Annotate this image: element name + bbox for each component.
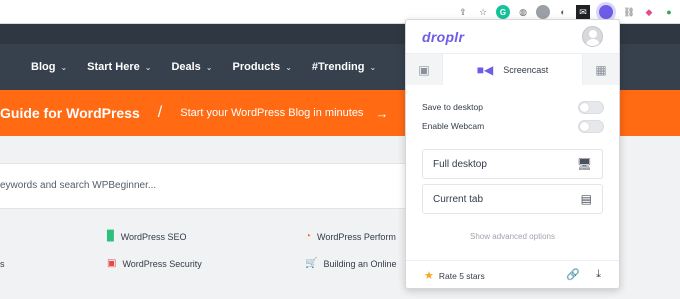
- monitor-icon: 🖥: [576, 157, 592, 171]
- extension-icon-2[interactable]: ◐: [556, 5, 570, 19]
- tab-screencast[interactable]: ■◀ Screencast: [442, 54, 583, 85]
- popup-header: droplr: [406, 20, 619, 53]
- nav-item-label: Products: [232, 61, 281, 73]
- toggle-label: Enable Webcam: [422, 121, 485, 131]
- link-icon[interactable]: 🔗: [566, 268, 580, 281]
- tab-screenshot[interactable]: ▣: [406, 54, 442, 85]
- capture-mode-tabs: ▣ ■◀ Screencast ▦: [406, 53, 619, 85]
- search-input[interactable]: eywords and search WPBeginner...: [0, 163, 410, 209]
- globe-extension-icon[interactable]: ◍: [516, 5, 530, 19]
- link-building-online-store[interactable]: 🛒 Building an Online: [305, 258, 397, 269]
- link-label: WordPress Security: [122, 258, 202, 269]
- grammarly-extension-icon[interactable]: G: [496, 5, 510, 19]
- rate-button[interactable]: ★ Rate 5 stars: [424, 269, 485, 282]
- banner-divider: /: [157, 104, 163, 121]
- arrow-right-icon[interactable]: →: [375, 106, 388, 121]
- nav-item-label: Deals: [171, 61, 201, 73]
- save-to-desktop-toggle[interactable]: [578, 100, 604, 114]
- grid-icon: ▦: [595, 62, 607, 77]
- banner-link[interactable]: Start your WordPress Blog in minutes: [180, 107, 363, 119]
- chevron-down-icon: ⌄: [285, 62, 292, 72]
- star-icon: ★: [424, 270, 434, 282]
- link-label: WordPress Perform: [317, 231, 396, 242]
- nav-item-label: Blog: [31, 61, 56, 73]
- video-camera-icon: ■◀: [476, 62, 494, 77]
- avatar[interactable]: [582, 26, 603, 47]
- link-wordpress-seo[interactable]: ▉ WordPress SEO: [107, 231, 187, 242]
- chevron-down-icon: ⌄: [144, 62, 152, 72]
- show-advanced-options-link[interactable]: Show advanced options: [406, 232, 619, 241]
- chevron-down-icon: ⌄: [369, 62, 377, 72]
- banner-title: Guide for WordPress: [0, 105, 140, 121]
- link-extension-icon[interactable]: ⛓: [622, 5, 636, 19]
- full-desktop-button[interactable]: Full desktop 🖥: [422, 149, 603, 179]
- lock-icon: ▣: [107, 258, 117, 269]
- nav-item-blog[interactable]: Blog ⌄: [31, 61, 67, 73]
- link-label: WordPress SEO: [120, 231, 187, 242]
- bar-chart-icon: ▉: [107, 231, 115, 242]
- link-label: Building an Online: [323, 258, 397, 269]
- nav-item-products[interactable]: Products ⌄: [233, 61, 292, 73]
- droplr-popup: droplr ▣ ■◀ Screencast ▦ Save to desktop…: [405, 19, 620, 289]
- list-item-fragment[interactable]: s: [0, 259, 5, 269]
- enable-webcam-toggle[interactable]: [578, 119, 604, 133]
- gauge-icon: ◔: [305, 231, 312, 242]
- save-to-desktop-row: Save to desktop: [422, 100, 604, 114]
- link-wordpress-security[interactable]: ▣ WordPress Security: [107, 258, 202, 269]
- colorful-extension-icon[interactable]: ◆: [642, 5, 656, 19]
- nav-item-trending[interactable]: #Trending ⌄: [312, 61, 376, 73]
- button-label: Full desktop: [433, 158, 487, 170]
- chevron-down-icon: ⌄: [60, 62, 68, 72]
- nav-item-label: Start Here: [87, 61, 140, 73]
- nav-item-label: #Trending: [311, 61, 365, 73]
- current-tab-button[interactable]: Current tab ▤: [422, 184, 603, 214]
- extension-icon-1[interactable]: [536, 5, 550, 19]
- button-label: Current tab: [433, 193, 484, 205]
- nav-item-deals[interactable]: Deals ⌄: [171, 61, 212, 73]
- rate-label: Rate 5 stars: [438, 270, 485, 281]
- extension-icon-3[interactable]: ✉: [576, 5, 590, 19]
- popup-footer: ★ Rate 5 stars 🔗 ⤓: [406, 260, 619, 289]
- tab-more[interactable]: ▦: [583, 54, 619, 85]
- nav-item-start-here[interactable]: Start Here ⌄: [87, 61, 151, 73]
- chevron-down-icon: ⌄: [205, 62, 213, 72]
- search-placeholder: eywords and search WPBeginner...: [0, 180, 157, 191]
- enable-webcam-row: Enable Webcam: [422, 119, 604, 133]
- link-wordpress-performance[interactable]: ◔ WordPress Perform: [305, 231, 396, 242]
- tab-screencast-label: Screencast: [503, 64, 549, 75]
- camera-icon: ▣: [418, 62, 430, 77]
- browser-tab-icon: ▤: [580, 192, 592, 206]
- droplr-logo: droplr: [422, 29, 465, 45]
- bookmark-star-icon[interactable]: ☆: [476, 5, 490, 19]
- toggle-label: Save to desktop: [422, 102, 483, 112]
- extension-icon-4[interactable]: ●: [662, 5, 676, 19]
- cart-icon: 🛒: [305, 258, 318, 269]
- share-icon[interactable]: ⇪: [456, 5, 470, 19]
- upload-icon[interactable]: ⤓: [596, 268, 601, 281]
